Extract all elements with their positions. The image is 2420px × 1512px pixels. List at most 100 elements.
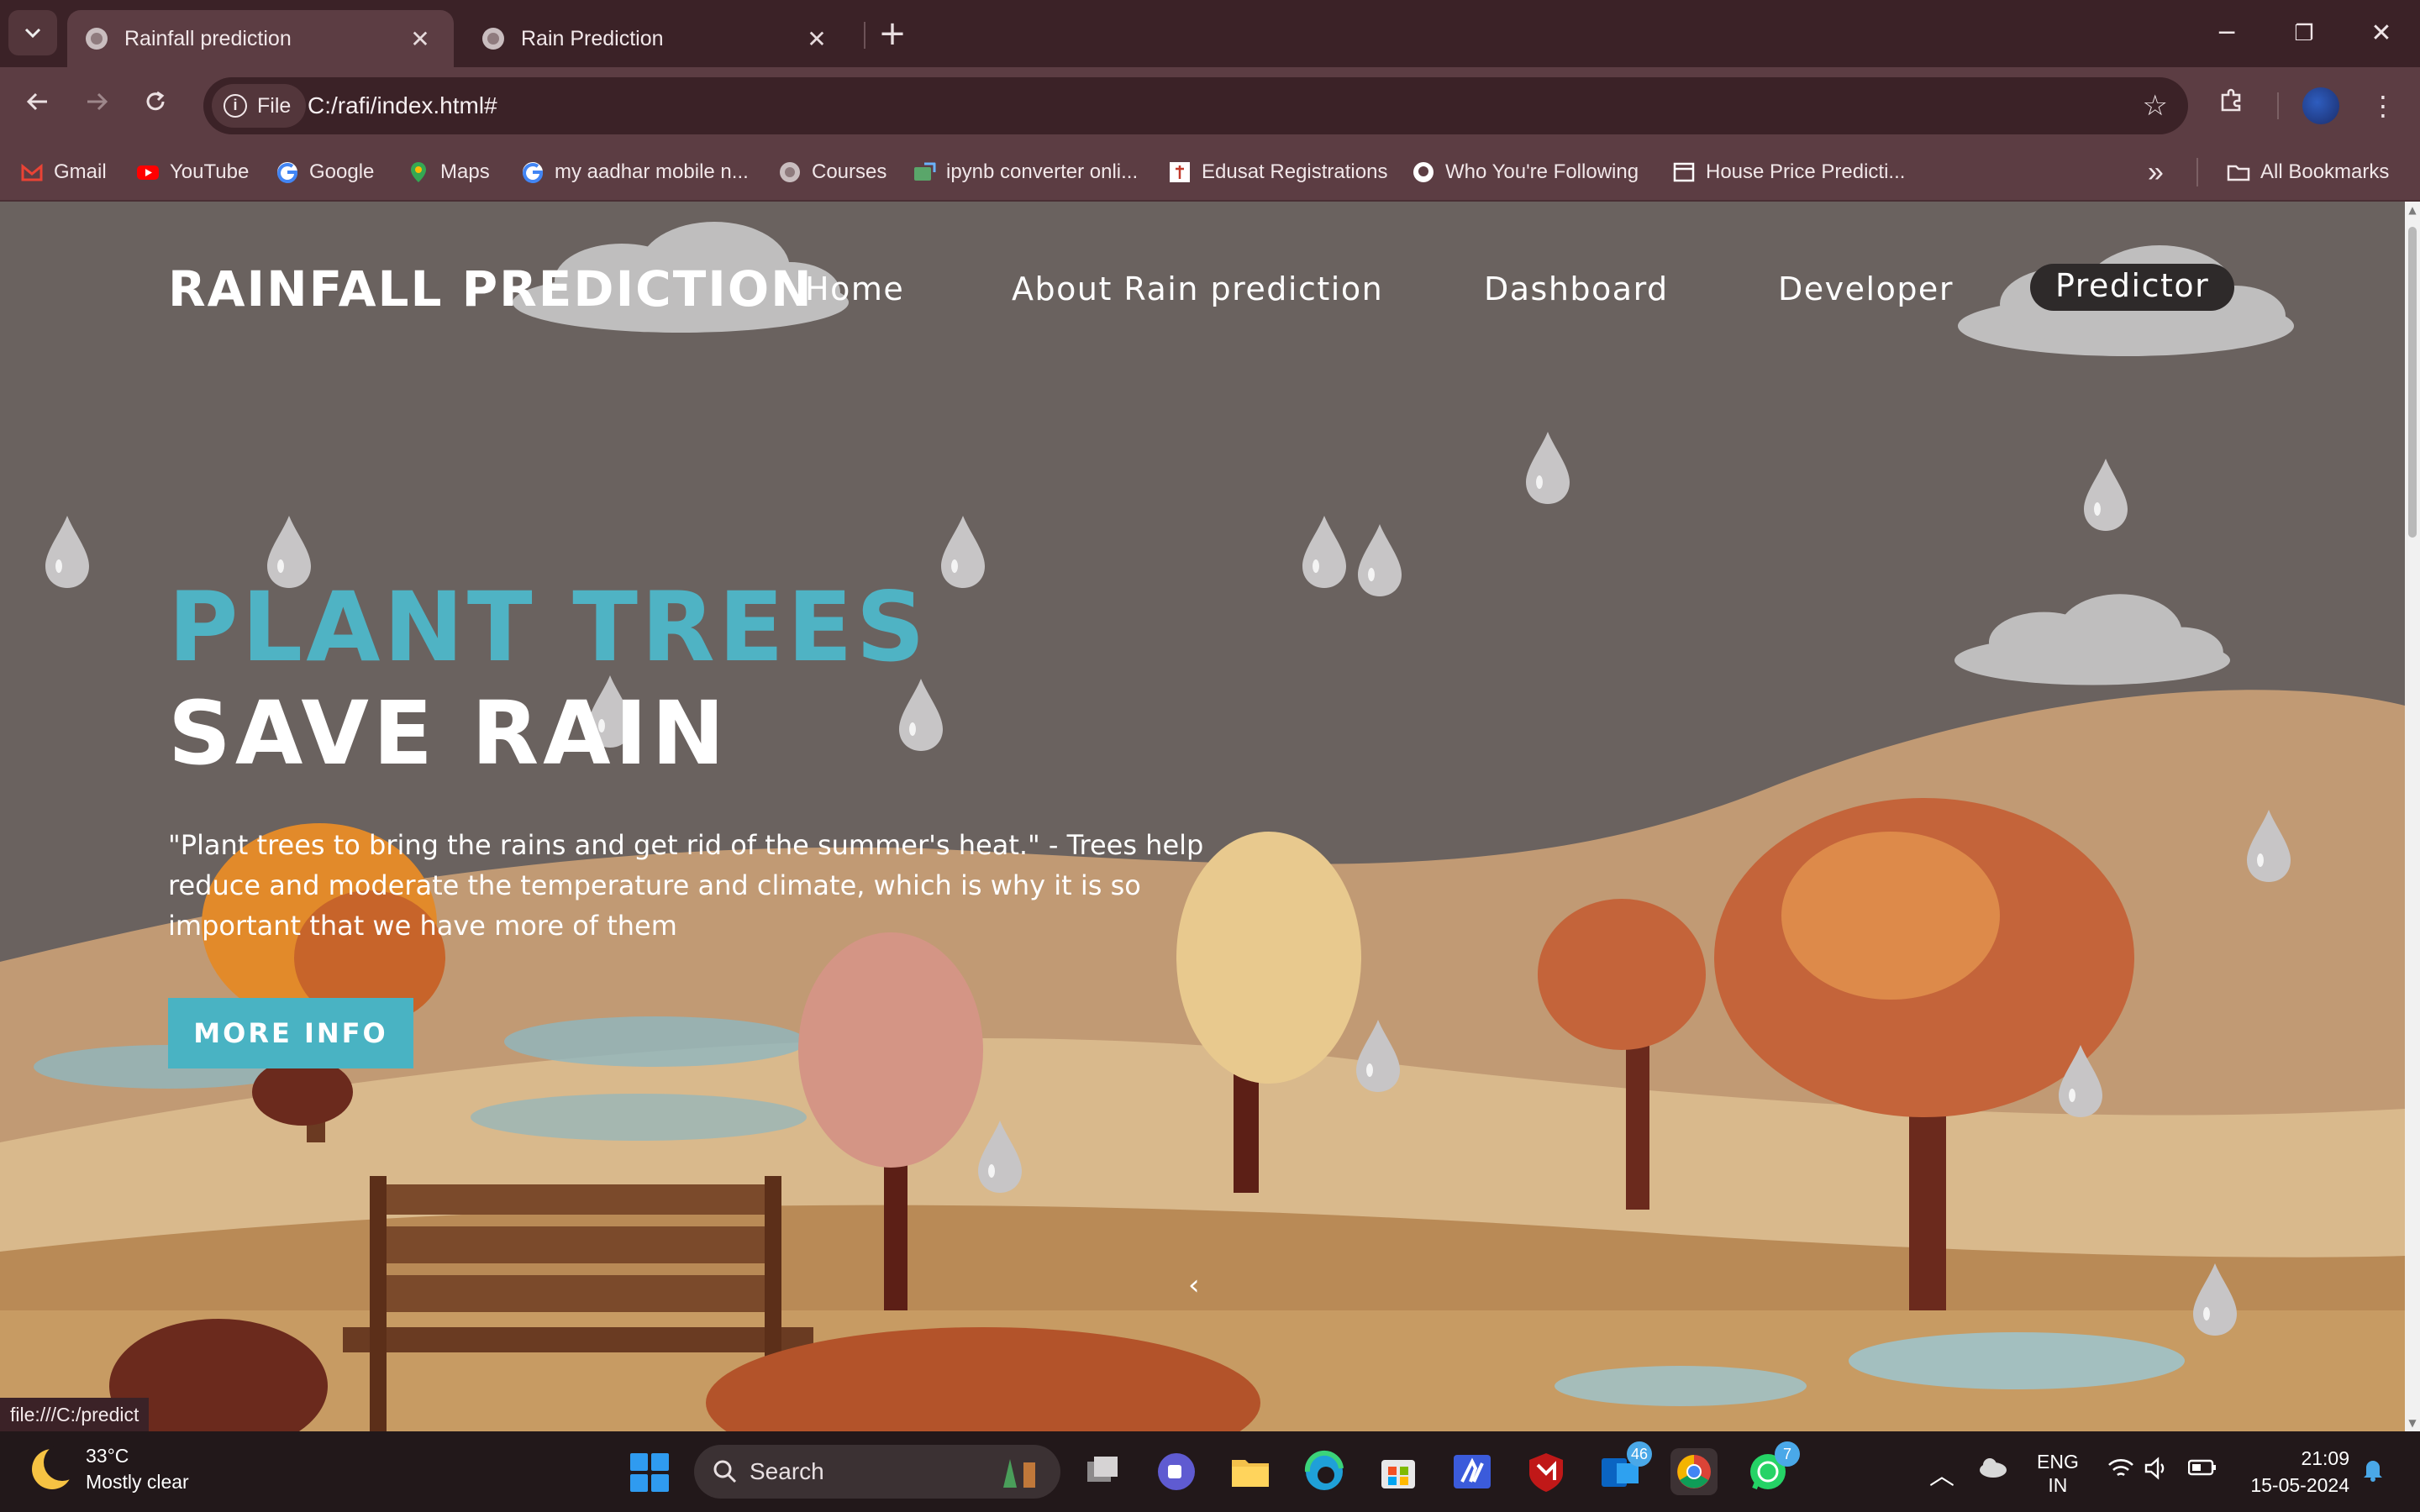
task-view-icon[interactable]	[1079, 1448, 1126, 1495]
toolbar-divider	[2277, 92, 2279, 119]
more-bookmarks-button[interactable]: »	[2148, 156, 2164, 188]
reload-icon	[146, 91, 165, 111]
windows-start-icon[interactable]	[630, 1453, 669, 1492]
bookmark-label: Courses	[812, 160, 887, 183]
address-bar[interactable]: i File C:/rafi/index.html# ☆	[203, 77, 2188, 134]
nav-predictor[interactable]: Predictor	[2030, 264, 2235, 311]
scroll-down-arrow-icon[interactable]: ▼	[2407, 1418, 2417, 1428]
nav-developer[interactable]: Developer	[1778, 270, 1954, 307]
chevron-down-icon	[24, 28, 41, 39]
taskbar-search-box[interactable]: Search	[694, 1445, 1060, 1499]
hero-title-plant-trees: PLANT TREES	[168, 571, 929, 683]
bookmark-label: my aadhar mobile n...	[555, 160, 749, 183]
bookmark-github-following[interactable]: Who You're Following	[1412, 156, 1639, 188]
whatsapp-icon[interactable]: 7	[1744, 1441, 1800, 1495]
tab-title: Rainfall prediction	[124, 26, 292, 50]
search-icon	[713, 1460, 737, 1483]
show-hidden-icons-chevron-icon[interactable]: ︿	[1929, 1455, 1954, 1492]
scroll-up-arrow-icon[interactable]: ▲	[2407, 205, 2417, 215]
bookmark-label: ipynb converter onli...	[946, 160, 1139, 183]
bookmark-label: Edusat Registrations	[1202, 160, 1388, 183]
clock-time: 21:09	[2301, 1447, 2349, 1469]
bookmark-label: House Price Predicti...	[1706, 160, 1906, 183]
back-button[interactable]	[17, 84, 59, 126]
google-icon	[277, 162, 298, 183]
edusat-icon	[1170, 162, 1190, 182]
carousel-prev-button[interactable]: ‹	[1188, 1268, 1200, 1302]
nav-about-rain-prediction[interactable]: About Rain prediction	[1012, 270, 1383, 307]
site-info-chip[interactable]: i File	[212, 84, 307, 128]
globe-icon	[780, 162, 800, 182]
file-explorer-icon[interactable]	[1227, 1448, 1274, 1495]
bookmark-ipynb-converter[interactable]: ipynb converter onli...	[913, 156, 1138, 188]
profile-avatar[interactable]	[2302, 87, 2339, 124]
tab-rainfall-prediction[interactable]: Rainfall prediction ✕	[67, 10, 454, 67]
volume-icon[interactable]	[2144, 1457, 2170, 1485]
edge-browser-icon[interactable]	[1301, 1448, 1348, 1495]
battery-icon[interactable]	[2187, 1458, 2217, 1482]
bookmark-label: Gmail	[54, 160, 107, 183]
code-editor-icon[interactable]	[1449, 1448, 1496, 1495]
bookmark-star-icon[interactable]: ☆	[2143, 89, 2168, 123]
close-icon[interactable]: ✕	[802, 25, 832, 53]
chrome-icon[interactable]	[1670, 1448, 1718, 1495]
bookmark-youtube[interactable]: YouTube	[136, 156, 249, 188]
site-brand-logo[interactable]: RAINFALL PREDICTION	[168, 260, 813, 318]
menu-kebab-icon[interactable]: ⋮	[2361, 84, 2405, 128]
page-icon	[1673, 162, 1695, 182]
scrollbar-thumb[interactable]	[2408, 227, 2417, 538]
new-tab-button[interactable]: +	[874, 15, 911, 52]
bookmarks-divider	[2196, 158, 2198, 186]
bookmark-edusat[interactable]: Edusat Registrations	[1168, 156, 1387, 188]
all-bookmarks-button[interactable]: All Bookmarks	[2227, 156, 2389, 188]
youtube-icon	[137, 165, 159, 180]
outlook-icon[interactable]: 46	[1597, 1441, 1652, 1495]
bookmark-gmail[interactable]: Gmail	[20, 156, 107, 188]
close-icon[interactable]: ✕	[405, 25, 435, 53]
bookmark-label: Maps	[440, 160, 490, 183]
weather-widget[interactable]: 33°C Mostly clear	[32, 1444, 189, 1494]
globe-icon	[482, 28, 504, 50]
page-scrollbar[interactable]: ▲ ▼	[2405, 202, 2420, 1431]
window-close-button[interactable]: ✕	[2356, 12, 2407, 55]
bookmark-maps[interactable]: Maps	[407, 156, 490, 188]
mcafee-icon[interactable]	[1523, 1448, 1570, 1495]
nav-dashboard[interactable]: Dashboard	[1484, 270, 1669, 307]
clock[interactable]: 21:09 15-05-2024	[2240, 1445, 2349, 1499]
more-info-button[interactable]: MORE INFO	[168, 998, 413, 1068]
github-icon	[1413, 162, 1434, 182]
notification-bell-icon[interactable]	[2361, 1457, 2385, 1487]
restore-button[interactable]: ❐	[2279, 12, 2329, 55]
language-indicator[interactable]: ENG IN	[2037, 1450, 2079, 1497]
nav-home[interactable]: Home	[805, 270, 904, 307]
clock-date: 15-05-2024	[2250, 1474, 2349, 1496]
bookmark-label: Who You're Following	[1445, 160, 1639, 183]
url-text[interactable]: C:/rafi/index.html#	[308, 77, 497, 134]
bookmark-aadhar[interactable]: my aadhar mobile n...	[521, 156, 749, 188]
microsoft-store-icon[interactable]	[1375, 1448, 1422, 1495]
bookmark-courses[interactable]: Courses	[778, 156, 886, 188]
tab-rain-prediction[interactable]: Rain Prediction ✕	[464, 10, 850, 67]
bookmark-house-price[interactable]: House Price Predicti...	[1672, 156, 1905, 188]
extensions-icon[interactable]	[2210, 84, 2254, 128]
browser-toolbar: i File C:/rafi/index.html# ☆ ⋮	[0, 67, 2420, 143]
folder-icon	[2227, 165, 2250, 181]
info-icon: i	[224, 94, 247, 118]
arrow-left-icon	[26, 92, 47, 111]
teams-chat-icon[interactable]	[1153, 1448, 1200, 1495]
status-bar-url: file:///C:/predict	[0, 1398, 150, 1431]
search-placeholder: Search	[750, 1458, 824, 1484]
reload-button[interactable]	[134, 84, 176, 126]
windows-taskbar: 33°C Mostly clear Search 46 7 ︿ ENG IN 2…	[0, 1431, 2420, 1512]
bookmark-google[interactable]: Google	[276, 156, 374, 188]
bookmarks-bar: Gmail YouTube Google Maps my aadhar mobi…	[0, 143, 2420, 202]
tab-divider	[864, 22, 865, 49]
gmail-icon	[21, 163, 43, 181]
wifi-icon[interactable]	[2107, 1457, 2134, 1485]
forward-button[interactable]	[76, 84, 118, 126]
google-icon	[523, 162, 544, 183]
tab-search-button[interactable]	[8, 10, 57, 55]
minimize-button[interactable]: ─	[2202, 12, 2252, 55]
onedrive-cloud-icon[interactable]	[1978, 1457, 2008, 1483]
globe-icon	[86, 28, 108, 50]
